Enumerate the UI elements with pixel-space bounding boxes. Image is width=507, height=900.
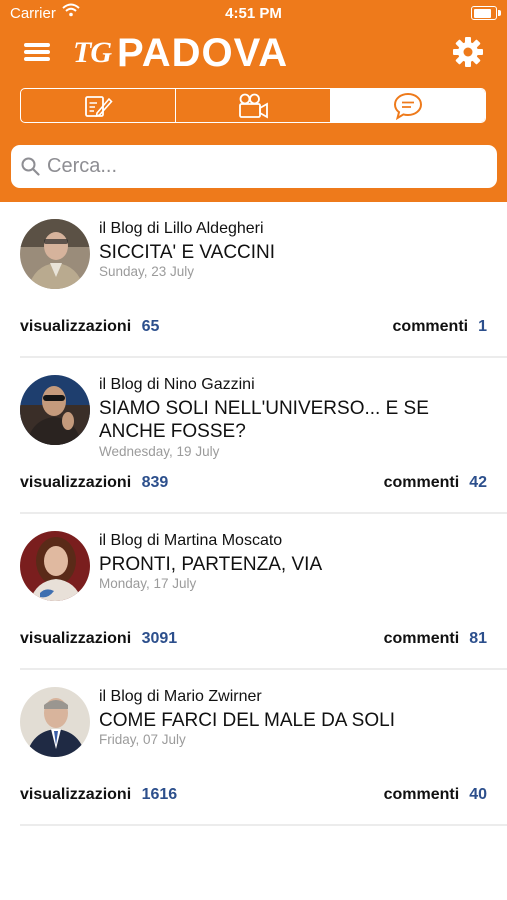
battery-icon — [471, 6, 501, 20]
divider — [20, 824, 507, 826]
views-label: visualizzazioni — [20, 474, 132, 491]
list-item[interactable]: il Blog di Lillo Aldegheri SICCITA' E VA… — [0, 202, 507, 358]
comments-count: 81 — [469, 630, 487, 647]
blog-author: il Blog di Mario Zwirner — [99, 688, 262, 705]
edit-document-icon — [85, 95, 113, 117]
views-label: visualizzazioni — [20, 786, 132, 803]
post-title: SIAMO SOLI NELL'UNIVERSO... E SE ANCHE F… — [99, 398, 429, 442]
comments-stat: commenti 40 — [384, 786, 487, 804]
views-count: 3091 — [141, 630, 178, 647]
avatar — [20, 531, 90, 601]
comments-stat: commenti 42 — [384, 474, 487, 492]
post-stats: visualizzazioni 1616 commenti 40 — [20, 786, 487, 804]
post-title: SICCITA' E VACCINI — [99, 242, 276, 263]
gear-icon[interactable] — [452, 36, 484, 68]
blog-list: il Blog di Lillo Aldegheri SICCITA' E VA… — [0, 202, 507, 826]
post-stats: visualizzazioni 3091 commenti 81 — [20, 630, 487, 648]
post-title: PRONTI, PARTENZA, VIA — [99, 554, 323, 575]
tab-blogs[interactable] — [331, 89, 485, 122]
list-item[interactable]: il Blog di Mario Zwirner COME FARCI DEL … — [0, 670, 507, 826]
comments-stat: commenti 81 — [384, 630, 487, 648]
views-count: 1616 — [141, 786, 178, 803]
chat-bubble-icon — [393, 92, 423, 120]
blog-author: il Blog di Nino Gazzini — [99, 376, 255, 393]
avatar — [20, 375, 90, 445]
status-bar: Carrier 4:51 PM — [0, 0, 507, 28]
comments-label: commenti — [383, 786, 460, 803]
comments-count: 40 — [469, 786, 487, 803]
post-date: Wednesday, 19 July — [99, 444, 220, 459]
avatar — [20, 687, 90, 757]
comments-stat: commenti 1 — [393, 318, 487, 336]
list-item[interactable]: il Blog di Nino Gazzini SIAMO SOLI NELL'… — [0, 358, 507, 514]
search-icon — [21, 157, 40, 176]
search-input[interactable] — [45, 145, 487, 188]
post-date: Sunday, 23 July — [99, 264, 195, 279]
search-bar — [11, 145, 497, 188]
tab-articles[interactable] — [21, 89, 176, 122]
logo-tg: TG — [73, 36, 112, 69]
logo-city: PADOVA — [117, 30, 289, 75]
blog-author: il Blog di Martina Moscato — [99, 532, 283, 549]
status-time: 4:51 PM — [225, 5, 282, 22]
views-count: 65 — [141, 318, 160, 335]
comments-label: commenti — [392, 318, 469, 335]
app-logo: TG PADOVA — [73, 31, 288, 75]
post-stats: visualizzazioni 65 commenti 1 — [20, 318, 487, 336]
section-tabs — [20, 88, 486, 123]
video-camera-icon — [239, 93, 268, 119]
post-date: Friday, 07 July — [99, 732, 186, 747]
views-label: visualizzazioni — [20, 318, 132, 335]
views-label: visualizzazioni — [20, 630, 132, 647]
avatar — [20, 219, 90, 289]
views-count: 839 — [141, 474, 169, 491]
post-stats: visualizzazioni 839 commenti 42 — [20, 474, 487, 492]
list-item[interactable]: il Blog di Martina Moscato PRONTI, PARTE… — [0, 514, 507, 670]
app-header: Carrier 4:51 PM TG PADOVA — [0, 0, 507, 202]
blog-author: il Blog di Lillo Aldegheri — [99, 220, 264, 237]
comments-count: 42 — [469, 474, 487, 491]
post-date: Monday, 17 July — [99, 576, 197, 591]
post-title: COME FARCI DEL MALE DA SOLI — [99, 710, 395, 731]
comments-label: commenti — [383, 474, 460, 491]
comments-label: commenti — [383, 630, 460, 647]
comments-count: 1 — [478, 318, 487, 335]
hamburger-menu-icon[interactable] — [24, 40, 52, 64]
tab-videos[interactable] — [176, 89, 331, 122]
